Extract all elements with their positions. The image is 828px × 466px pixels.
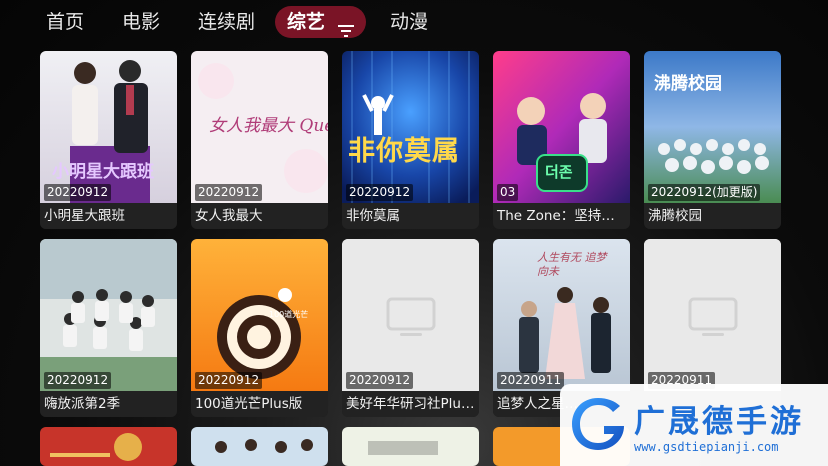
tab-anime[interactable]: 动漫 xyxy=(378,6,440,38)
poster-placeholder xyxy=(342,239,479,391)
media-card[interactable]: 더존 03 The Zone：坚持才… xyxy=(493,51,630,229)
poster-title-art: 小明星大跟班 xyxy=(52,162,154,182)
episode-badge: 20220912 xyxy=(346,372,414,389)
poster-image: 女人我最大 Queen xyxy=(191,51,328,203)
poster-title-art: 沸腾校园 xyxy=(654,74,722,94)
poster-title-art: 100道光芒 xyxy=(269,310,309,319)
watermark-title: 广晟德手游 xyxy=(634,404,804,440)
poster-title-art: 女人我最大 Queen xyxy=(209,116,328,136)
tab-variety[interactable]: 综艺 xyxy=(275,6,366,38)
poster-title-art: 더존 xyxy=(545,163,573,181)
media-card[interactable]: 20220912 嗨放派第2季 xyxy=(40,239,177,417)
poster-image: 小明星大跟班 xyxy=(40,51,177,203)
poster-image: 人生有无 追梦向未 xyxy=(493,239,630,391)
watermark-url: www.gsdtiepianji.com xyxy=(634,440,779,454)
episode-badge: 20220912 xyxy=(195,372,263,389)
media-card[interactable]: 20220912 美好年华研习社Plu… xyxy=(342,239,479,417)
poster-image: 더존 xyxy=(493,51,630,203)
card-title: 100道光芒Plus版 xyxy=(191,391,328,417)
card-title: 嗨放派第2季 xyxy=(40,391,177,417)
media-card[interactable] xyxy=(342,427,479,466)
poster-image xyxy=(342,427,479,466)
card-title: 小明星大跟班 xyxy=(40,203,177,229)
tab-variety-label: 综艺 xyxy=(287,11,326,33)
watermark-logo-icon xyxy=(572,398,624,450)
card-title: The Zone：坚持才… xyxy=(493,203,630,229)
episode-badge: 03 xyxy=(497,184,519,201)
poster-image: 100道光芒 xyxy=(191,239,328,391)
media-card[interactable] xyxy=(191,427,328,466)
episode-badge: 20220912 xyxy=(44,372,112,389)
media-card[interactable] xyxy=(40,427,177,466)
episode-badge: 20220912 xyxy=(44,184,112,201)
category-tab-bar: 首页 电影 连续剧 综艺 动漫 xyxy=(0,0,828,44)
episode-badge: 20220912(加更版) xyxy=(648,184,761,201)
media-card[interactable]: 非你莫属 20220912 非你莫属 xyxy=(342,51,479,229)
poster-image xyxy=(40,239,177,391)
media-card[interactable]: 沸腾校园 20220912(加更版) 沸腾校园 xyxy=(644,51,781,229)
tab-home[interactable]: 首页 xyxy=(34,6,96,38)
episode-badge: 20220912 xyxy=(346,184,414,201)
poster-image: 沸腾校园 xyxy=(644,51,781,203)
poster-placeholder xyxy=(644,239,781,391)
poster-image xyxy=(40,427,177,466)
poster-title-art: 人生有无 追梦向未 xyxy=(537,251,607,278)
poster-image: 非你莫属 xyxy=(342,51,479,203)
site-watermark: 广晟德手游 www.gsdtiepianji.com xyxy=(560,384,828,466)
tab-series[interactable]: 连续剧 xyxy=(186,6,267,38)
media-card[interactable]: 100道光芒 20220912 100道光芒Plus版 xyxy=(191,239,328,417)
filter-icon[interactable] xyxy=(337,15,354,37)
episode-badge: 20220911 xyxy=(497,372,565,389)
poster-image xyxy=(191,427,328,466)
card-title: 沸腾校园 xyxy=(644,203,781,229)
card-title: 非你莫属 xyxy=(342,203,479,229)
episode-badge: 20220912 xyxy=(195,184,263,201)
tab-movies[interactable]: 电影 xyxy=(110,6,172,38)
media-card[interactable]: 女人我最大 Queen 20220912 女人我最大 xyxy=(191,51,328,229)
poster-title-art: 非你莫属 xyxy=(348,136,460,167)
card-title: 美好年华研习社Plu… xyxy=(342,391,479,417)
media-card[interactable]: 小明星大跟班 20220912 小明星大跟班 xyxy=(40,51,177,229)
card-title: 女人我最大 xyxy=(191,203,328,229)
